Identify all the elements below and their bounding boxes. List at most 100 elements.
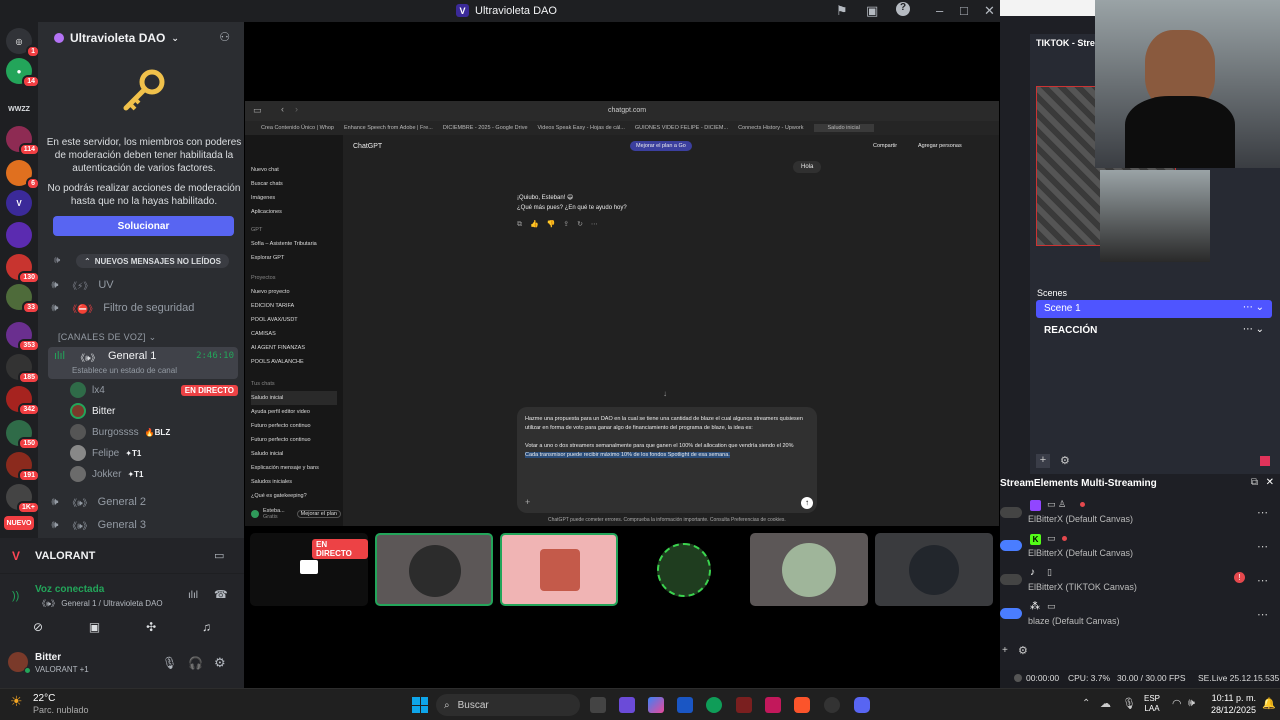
channel-general-2[interactable]: 🕪 《🕪》 General 2 <box>48 492 238 512</box>
store-icon[interactable] <box>677 697 693 713</box>
more-icon[interactable]: ⋯ <box>1257 506 1268 519</box>
server-icon[interactable]: 1K+ <box>6 484 40 514</box>
message-actions[interactable]: ⧉ 👍 👎 ⇪ ↻ ⋯ <box>517 220 601 229</box>
add-icon[interactable]: + <box>1002 645 1008 656</box>
minimize-button[interactable]: – <box>936 3 943 18</box>
stream-tile[interactable]: EN DIRECTO <box>250 533 368 606</box>
notifications-icon[interactable]: 🔔 <box>1262 697 1276 710</box>
voice-channel[interactable]: 《🕪》 General 1 / Ultravioleta DAO <box>38 598 163 609</box>
participant-tile[interactable] <box>750 533 868 606</box>
invite-people-icon[interactable]: ⚇ <box>219 30 230 44</box>
voice-user[interactable]: Burgossss 🔥BLZ <box>70 423 170 441</box>
channel-general-1[interactable]: ılıl 《🕪》 General 1 2:46:10 Establece un … <box>48 347 238 379</box>
sidebar-toggle-icon[interactable]: ▭ <box>253 105 262 116</box>
screen-share-icon[interactable]: ▣ <box>89 620 100 634</box>
windows-start-icon[interactable] <box>412 697 428 713</box>
voice-user[interactable]: Jokker ✦T1 <box>70 465 144 483</box>
close-button[interactable]: ✕ <box>984 3 995 19</box>
app-icon[interactable] <box>736 697 752 713</box>
server-icon[interactable]: 6 <box>6 160 40 190</box>
more-icon[interactable]: ⋯ <box>1257 608 1268 621</box>
toggle-on[interactable] <box>1000 608 1022 619</box>
participant-tile[interactable] <box>875 533 993 606</box>
output-row[interactable]: ⁂ ▭ blaze (Default Canvas) ⋯ <box>1000 600 1280 630</box>
maximize-button[interactable]: □ <box>960 3 968 18</box>
channel-general-3[interactable]: 🕪 《🕪》 General 3 <box>48 515 238 535</box>
bookmark[interactable]: Crea Contenido Único | Whop <box>261 125 334 131</box>
plus-icon[interactable]: + <box>525 498 530 507</box>
scroll-down-icon[interactable]: ↓ <box>663 389 667 398</box>
bookmark[interactable]: Videos Speak Easy - Hojas de cál... <box>538 125 625 131</box>
chat-item[interactable]: Futuro perfecto continuo <box>251 419 337 433</box>
clock-time[interactable]: 10:11 p. m. <box>1208 693 1256 703</box>
server-wordmark[interactable]: WWZZ <box>6 96 32 122</box>
gear-icon[interactable]: ⚙ <box>1018 644 1028 657</box>
more-icon[interactable]: ⋯ ⌄ <box>1243 324 1264 335</box>
task-view-icon[interactable] <box>590 697 606 713</box>
obs-icon[interactable] <box>824 697 840 713</box>
help-icon[interactable]: ? <box>896 2 910 16</box>
new-chat-item[interactable]: Nuevo chat <box>251 163 283 177</box>
edge-icon[interactable] <box>706 697 722 713</box>
taskbar-search[interactable]: ⌕ Buscar <box>436 694 580 716</box>
output-row[interactable]: K ▭ ElBitterX (Default Canvas) ⋯ <box>1000 532 1280 562</box>
server-icon[interactable]: 150 <box>6 420 40 450</box>
activities-icon[interactable]: ✣ <box>146 620 156 634</box>
server-icon[interactable]: 114 <box>6 126 40 156</box>
project-item[interactable]: Nuevo proyecto <box>251 285 305 299</box>
server-icon[interactable]: ● 14 <box>6 58 40 88</box>
microphone-icon[interactable]: 🎙 <box>162 656 177 670</box>
server-header[interactable]: Ultravioleta DAO ⌄ ⚇ <box>38 22 244 54</box>
weather-temp[interactable]: 22°C <box>33 693 55 704</box>
bookmark[interactable]: DICIEMBRE - 2025 - Google Drive <box>443 125 528 131</box>
participant-tile[interactable] <box>375 533 493 606</box>
upgrade-plan-button[interactable]: Mejorar el plan <box>296 510 341 518</box>
language-indicator[interactable]: ESP LAA <box>1144 694 1160 714</box>
undock-icon[interactable]: ⧉ <box>1251 477 1258 488</box>
forward-icon[interactable]: › <box>295 104 298 114</box>
copilot-icon[interactable] <box>648 697 664 713</box>
apps-item[interactable]: Aplicaciones <box>251 205 283 219</box>
server-icon[interactable]: 33 <box>6 284 40 314</box>
close-icon[interactable]: ✕ <box>1266 477 1274 488</box>
upgrade-button[interactable]: Mejorar el plan a Go <box>630 141 692 151</box>
server-icon[interactable]: 342 <box>6 386 40 416</box>
bookmark[interactable]: Enhance Speech from Adobe | Fre... <box>344 125 433 131</box>
more-icon[interactable]: ⋯ <box>1257 574 1268 587</box>
share-button[interactable]: Compartir <box>873 143 897 149</box>
voice-category-label[interactable]: [CANALES DE VOZ] ⌄ <box>58 332 156 343</box>
chat-item[interactable]: Ayuda perfil editor video <box>251 405 337 419</box>
toggle-off[interactable] <box>1000 507 1022 518</box>
back-icon[interactable]: ‹ <box>281 104 284 114</box>
channel-uv[interactable]: 🕪 《⚡》 UV <box>48 275 238 295</box>
chat-item[interactable]: Saludo inicial <box>251 391 337 405</box>
discord-home-icon[interactable]: ◎ 1 <box>6 28 40 58</box>
voice-user[interactable]: Felipe ✦T1 <box>70 444 141 462</box>
microphone-icon[interactable]: 🎙 <box>1122 697 1136 710</box>
account-row[interactable]: Esteba... Gratis Mejorar el plan <box>251 507 341 521</box>
participant-tile[interactable] <box>625 533 743 606</box>
output-row[interactable]: ♪ ▯ ElBitterX (TIKTOK Canvas) ! ⋯ <box>1000 566 1280 596</box>
voice-user[interactable]: lx4 EN DIRECTO <box>70 381 238 399</box>
app-icon[interactable] <box>765 697 781 713</box>
chat-item[interactable]: Saludos iniciales <box>251 475 337 489</box>
server-icon[interactable]: 130 <box>6 254 40 284</box>
warning-icon[interactable]: ! <box>1234 572 1245 583</box>
gear-icon[interactable]: ⚙ <box>1060 454 1070 467</box>
project-item[interactable]: AI AGENT FINANZAS <box>251 341 305 355</box>
voice-user[interactable]: Bitter <box>70 402 115 420</box>
gpt-item[interactable]: Sofía – Asistente Tributaria <box>251 237 317 251</box>
project-item[interactable]: EDICION TARIFA <box>251 299 305 313</box>
record-icon[interactable] <box>1260 456 1270 466</box>
discord-icon[interactable] <box>854 697 870 713</box>
volume-icon[interactable]: 🕪 <box>1188 697 1195 710</box>
flag-icon[interactable]: ⚑ <box>836 3 848 19</box>
toggle-off[interactable] <box>1000 574 1022 585</box>
app-icon[interactable] <box>619 697 635 713</box>
channel-filtro-seguridad[interactable]: 🕪 《⛔》 Filtro de seguridad <box>48 298 238 318</box>
participant-tile[interactable] <box>500 533 618 606</box>
scene-item[interactable]: REACCIÓN ⋯ ⌄ <box>1036 322 1272 340</box>
brave-icon[interactable] <box>794 697 810 713</box>
gear-icon[interactable]: ⚙ <box>214 655 226 671</box>
output-row[interactable]: ▭ ♙ ElBitterX (Default Canvas) ⋯ <box>1000 498 1280 528</box>
